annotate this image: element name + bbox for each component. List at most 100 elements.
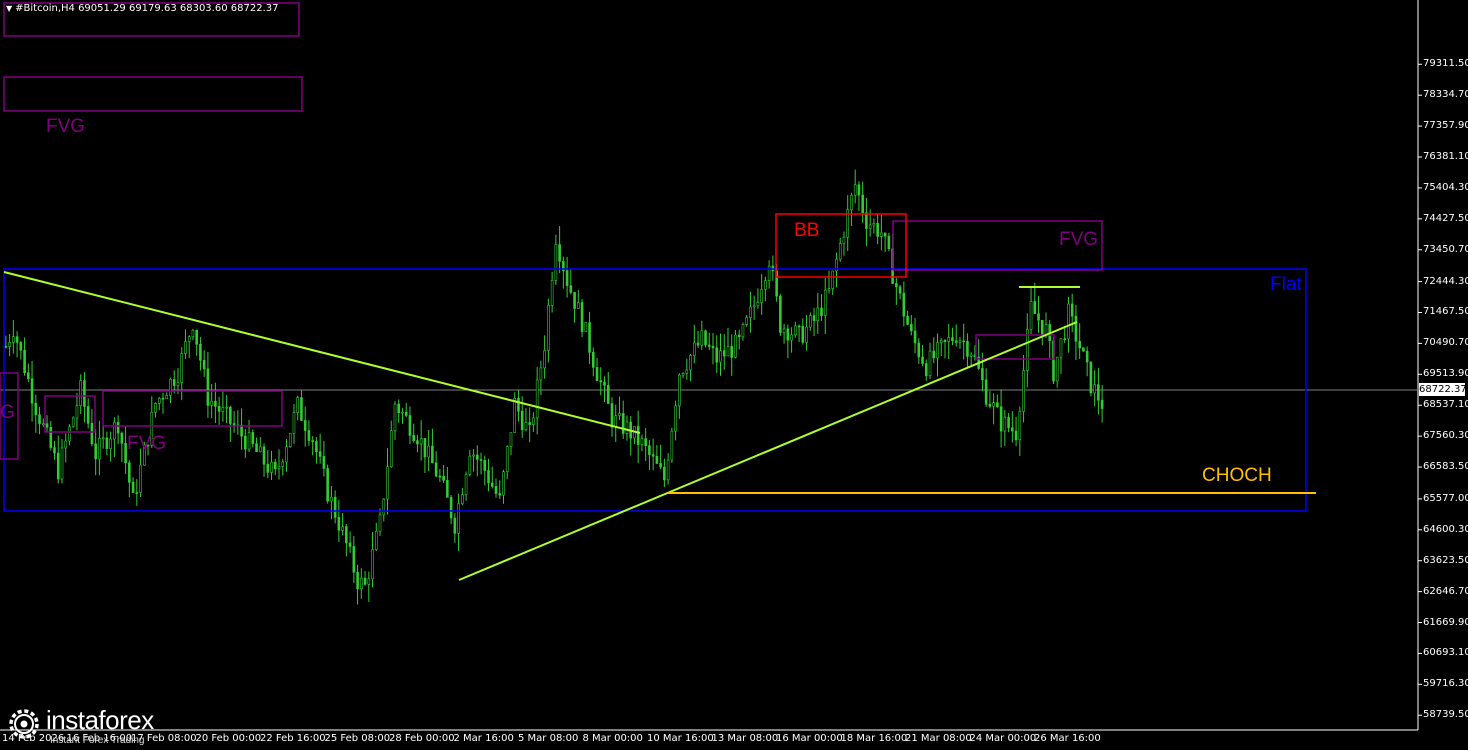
candle-body	[157, 397, 161, 404]
candle-body	[906, 315, 909, 325]
candle-body	[8, 342, 11, 347]
y-tick-label: 58739.50	[1423, 709, 1468, 721]
x-tick-label: 13 Mar 08:00	[711, 733, 779, 744]
y-tick-label: 74427.50	[1423, 212, 1468, 224]
y-tick-label: 64600.30	[1423, 523, 1468, 535]
candle-body	[83, 380, 86, 407]
candle-body	[865, 212, 868, 229]
candle-body	[214, 400, 217, 407]
candle-body	[924, 363, 928, 377]
candle-body	[449, 497, 453, 519]
candle-body	[244, 435, 247, 450]
candle-body	[1018, 411, 1022, 440]
candle-body	[1014, 430, 1018, 440]
candle-body	[475, 454, 479, 460]
candle-body	[962, 340, 965, 343]
candle-body	[745, 317, 748, 325]
candle-body	[550, 280, 554, 306]
candle-body	[954, 340, 958, 343]
candle-body	[419, 438, 423, 445]
candle-body	[431, 445, 434, 464]
candle-body	[270, 461, 273, 473]
candle-body	[689, 355, 692, 371]
candle-body	[984, 379, 988, 405]
candle-body	[101, 437, 105, 440]
candle-body	[547, 304, 550, 351]
candle-body	[812, 315, 816, 322]
candle-body	[1040, 319, 1044, 335]
candle-body	[823, 289, 827, 316]
candle-body	[277, 465, 281, 469]
candle-body	[221, 407, 225, 412]
candle-body	[487, 470, 490, 484]
candle-body	[539, 367, 543, 381]
candle-body	[333, 496, 337, 518]
candle-body	[472, 454, 475, 457]
candle-body	[446, 480, 449, 498]
candle-body	[868, 224, 872, 229]
candle-body	[139, 464, 142, 493]
candle-body	[172, 379, 176, 386]
candle-body	[438, 475, 442, 478]
candle-body	[655, 455, 659, 464]
candle-body	[554, 244, 558, 281]
candle-body	[939, 339, 943, 343]
candle-body	[876, 223, 879, 237]
candle-body	[490, 482, 494, 487]
candle-body	[674, 405, 677, 432]
candle-body	[131, 481, 135, 493]
candle-body	[408, 415, 412, 436]
candle-body	[936, 342, 939, 359]
candle-body	[363, 577, 367, 585]
candle-body	[992, 402, 995, 407]
candle-body	[872, 223, 876, 226]
x-tick-label: 28 Feb 00:00	[389, 733, 455, 744]
y-tick-label: 59716.30	[1423, 678, 1468, 690]
candle-body	[614, 415, 618, 428]
candle-body	[1100, 399, 1104, 409]
candle-body	[943, 339, 947, 342]
candle-body	[442, 475, 445, 481]
candle-body	[1037, 313, 1040, 321]
x-tick-label: 25 Feb 08:00	[324, 733, 391, 744]
candle-body	[169, 379, 172, 396]
current-price-tag: 68722.37	[1419, 383, 1467, 396]
candle-body	[917, 342, 921, 358]
candle-body	[565, 270, 569, 286]
candle-body	[64, 440, 68, 449]
candle-body	[348, 542, 352, 547]
candle-body	[895, 283, 898, 288]
candle-body	[883, 232, 887, 237]
candle-body	[1007, 417, 1010, 429]
x-tick-label: 22 Feb 16:00	[260, 733, 326, 744]
y-tick-label: 61669.90	[1423, 616, 1468, 628]
candle-body	[1074, 315, 1078, 342]
candle-body	[928, 350, 932, 377]
candle-body	[749, 306, 752, 318]
candle-body	[670, 430, 674, 461]
candle-body	[266, 463, 270, 473]
candle-body	[887, 235, 891, 250]
candle-body	[779, 295, 782, 333]
candle-body	[105, 437, 109, 449]
candle-body	[12, 336, 15, 343]
candle-body	[374, 530, 378, 550]
fvg-label-left: G	[0, 402, 15, 423]
candle-body	[857, 184, 861, 196]
candle-body	[951, 337, 954, 342]
candle-body	[820, 307, 823, 316]
dropdown-triangle-icon[interactable]: ▼	[6, 4, 12, 13]
candle-body	[801, 326, 805, 343]
candle-body	[49, 426, 53, 448]
candle-body	[382, 498, 386, 516]
y-tick-label: 63623.50	[1423, 554, 1468, 566]
candle-body	[30, 378, 34, 404]
candle-body	[621, 413, 625, 434]
candle-body	[573, 292, 576, 309]
candle-body	[345, 526, 348, 544]
candle-body	[741, 324, 745, 338]
candle-body	[913, 330, 917, 344]
gear-icon	[9, 709, 39, 739]
x-tick-label: 18 Mar 16:00	[840, 733, 908, 744]
candle-body	[651, 454, 655, 457]
